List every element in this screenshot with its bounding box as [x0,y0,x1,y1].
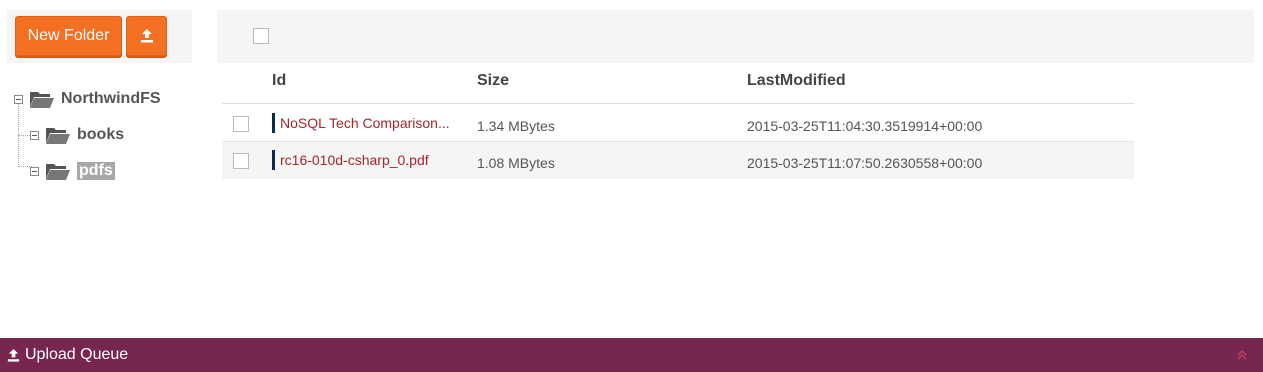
tree-node-books[interactable]: books [30,123,124,147]
chevron-up-icon[interactable] [1237,350,1247,360]
upload-queue-label: Upload Queue [25,346,129,363]
collapse-toggle-icon[interactable] [14,94,23,104]
row-marker [272,150,275,170]
table-row[interactable]: rc16-010d-csharp_0.pdf 1.08 MBytes 2015-… [222,142,1134,179]
row-checkbox[interactable] [233,153,249,169]
upload-button[interactable] [126,16,167,56]
file-id-link[interactable]: NoSQL Tech Comparison... [272,113,458,133]
upload-queue-bar[interactable]: Upload Queue [0,338,1263,372]
tree-node-root[interactable]: NorthwindFS [14,87,161,111]
file-size: 1.34 MBytes [477,118,555,134]
new-folder-button[interactable]: New Folder [15,16,122,56]
upload-icon [140,29,153,43]
column-header-size[interactable]: Size [477,72,509,90]
tree-node-pdfs[interactable]: pdfs [30,159,115,183]
collapse-toggle-icon[interactable] [30,166,39,176]
file-size: 1.08 MBytes [477,155,555,171]
column-header-id[interactable]: Id [272,72,286,90]
folder-open-icon [46,164,70,180]
tree-label-pdfs[interactable]: pdfs [77,162,115,180]
file-id-text[interactable]: NoSQL Tech Comparison... [280,115,450,131]
select-all-checkbox[interactable] [253,28,269,44]
collapse-toggle-icon[interactable] [30,130,39,140]
file-last-modified: 2015-03-25T11:07:50.2630558+00:00 [747,155,983,171]
table-row[interactable]: NoSQL Tech Comparison... 1.34 MBytes 201… [222,105,1134,142]
column-header-lastmodified[interactable]: LastModified [747,72,846,90]
new-folder-label: New Folder [27,27,110,44]
folder-tree: NorthwindFS books pdfs [0,80,200,190]
row-marker [272,113,275,133]
folder-open-icon [46,128,70,144]
grid-header: Id Size LastModified [222,64,1134,104]
file-id-link[interactable]: rc16-010d-csharp_0.pdf [272,150,458,170]
folder-open-icon [30,92,54,108]
row-checkbox[interactable] [233,116,249,132]
tree-label-root[interactable]: NorthwindFS [61,90,161,108]
left-toolbar: New Folder [7,10,192,63]
tree-label-books[interactable]: books [77,126,124,144]
file-id-text[interactable]: rc16-010d-csharp_0.pdf [280,152,429,168]
upload-icon [6,348,21,363]
file-last-modified: 2015-03-25T11:04:30.3519914+00:00 [747,118,983,134]
grid-toolbar [217,10,1254,63]
